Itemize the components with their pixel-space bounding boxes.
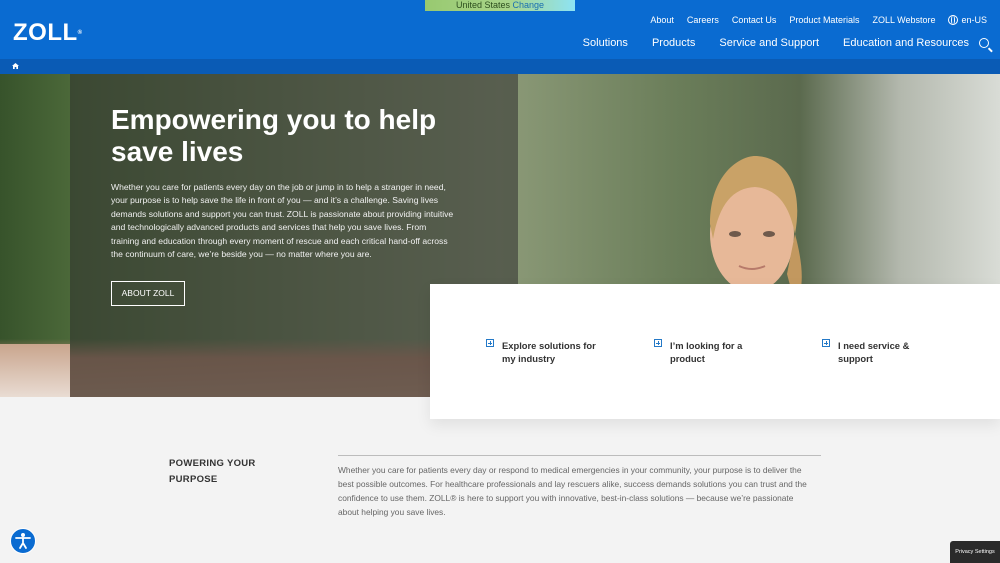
plus-icon: [654, 339, 662, 347]
purpose-heading: POWERING YOUR PURPOSE: [169, 458, 256, 485]
about-zoll-button[interactable]: ABOUT ZOLL: [111, 281, 185, 306]
globe-icon: [948, 15, 959, 25]
zoll-logo[interactable]: ZOLL®: [13, 21, 83, 45]
nav-service-and-support[interactable]: Service and Support: [719, 37, 819, 50]
hero-title: Empowering you to help save lives: [111, 104, 437, 167]
locale-selector[interactable]: en-US: [948, 14, 987, 26]
locale-label: en-US: [961, 15, 987, 25]
main-nav: Solutions Products Service and Support E…: [583, 37, 969, 50]
purpose-text: Whether you care for patients every day …: [338, 465, 807, 517]
search-icon[interactable]: [979, 38, 989, 48]
country-selector[interactable]: United States Change: [425, 0, 575, 11]
country-name: United States: [455, 0, 510, 10]
home-icon[interactable]: [12, 63, 19, 69]
nav-solutions[interactable]: Solutions: [583, 37, 628, 50]
site-header: United States Change ZOLL® About Careers…: [0, 0, 1000, 59]
util-link-careers[interactable]: Careers: [687, 14, 719, 26]
util-link-contact-us[interactable]: Contact Us: [732, 14, 777, 26]
hero-track-detail: [0, 344, 70, 397]
util-link-product-materials[interactable]: Product Materials: [789, 14, 859, 26]
cta-label: I’m looking for a product: [670, 340, 743, 364]
plus-icon: [486, 339, 494, 347]
cta-label: Explore solutions for my industry: [502, 340, 596, 364]
cta-label: I need service & support: [838, 340, 910, 364]
logo-text: ZOLL: [13, 19, 78, 46]
section-divider: [338, 455, 821, 456]
nav-education-and-resources[interactable]: Education and Resources: [843, 37, 969, 50]
cta-panel: Explore solutions for my industry I’m lo…: [430, 284, 1000, 419]
logo-registered-mark: ®: [77, 30, 83, 36]
privacy-settings-button[interactable]: Privacy Settings: [950, 541, 1000, 563]
utility-nav: About Careers Contact Us Product Materia…: [650, 14, 987, 26]
util-link-zoll-webstore[interactable]: ZOLL Webstore: [872, 14, 935, 26]
accessibility-icon[interactable]: [10, 528, 36, 554]
breadcrumb: [0, 59, 1000, 74]
plus-icon: [822, 339, 830, 347]
country-change-link[interactable]: Change: [513, 0, 545, 10]
hero-description: Whether you care for patients every day …: [111, 182, 454, 260]
util-link-about[interactable]: About: [650, 14, 674, 26]
nav-products[interactable]: Products: [652, 37, 695, 50]
